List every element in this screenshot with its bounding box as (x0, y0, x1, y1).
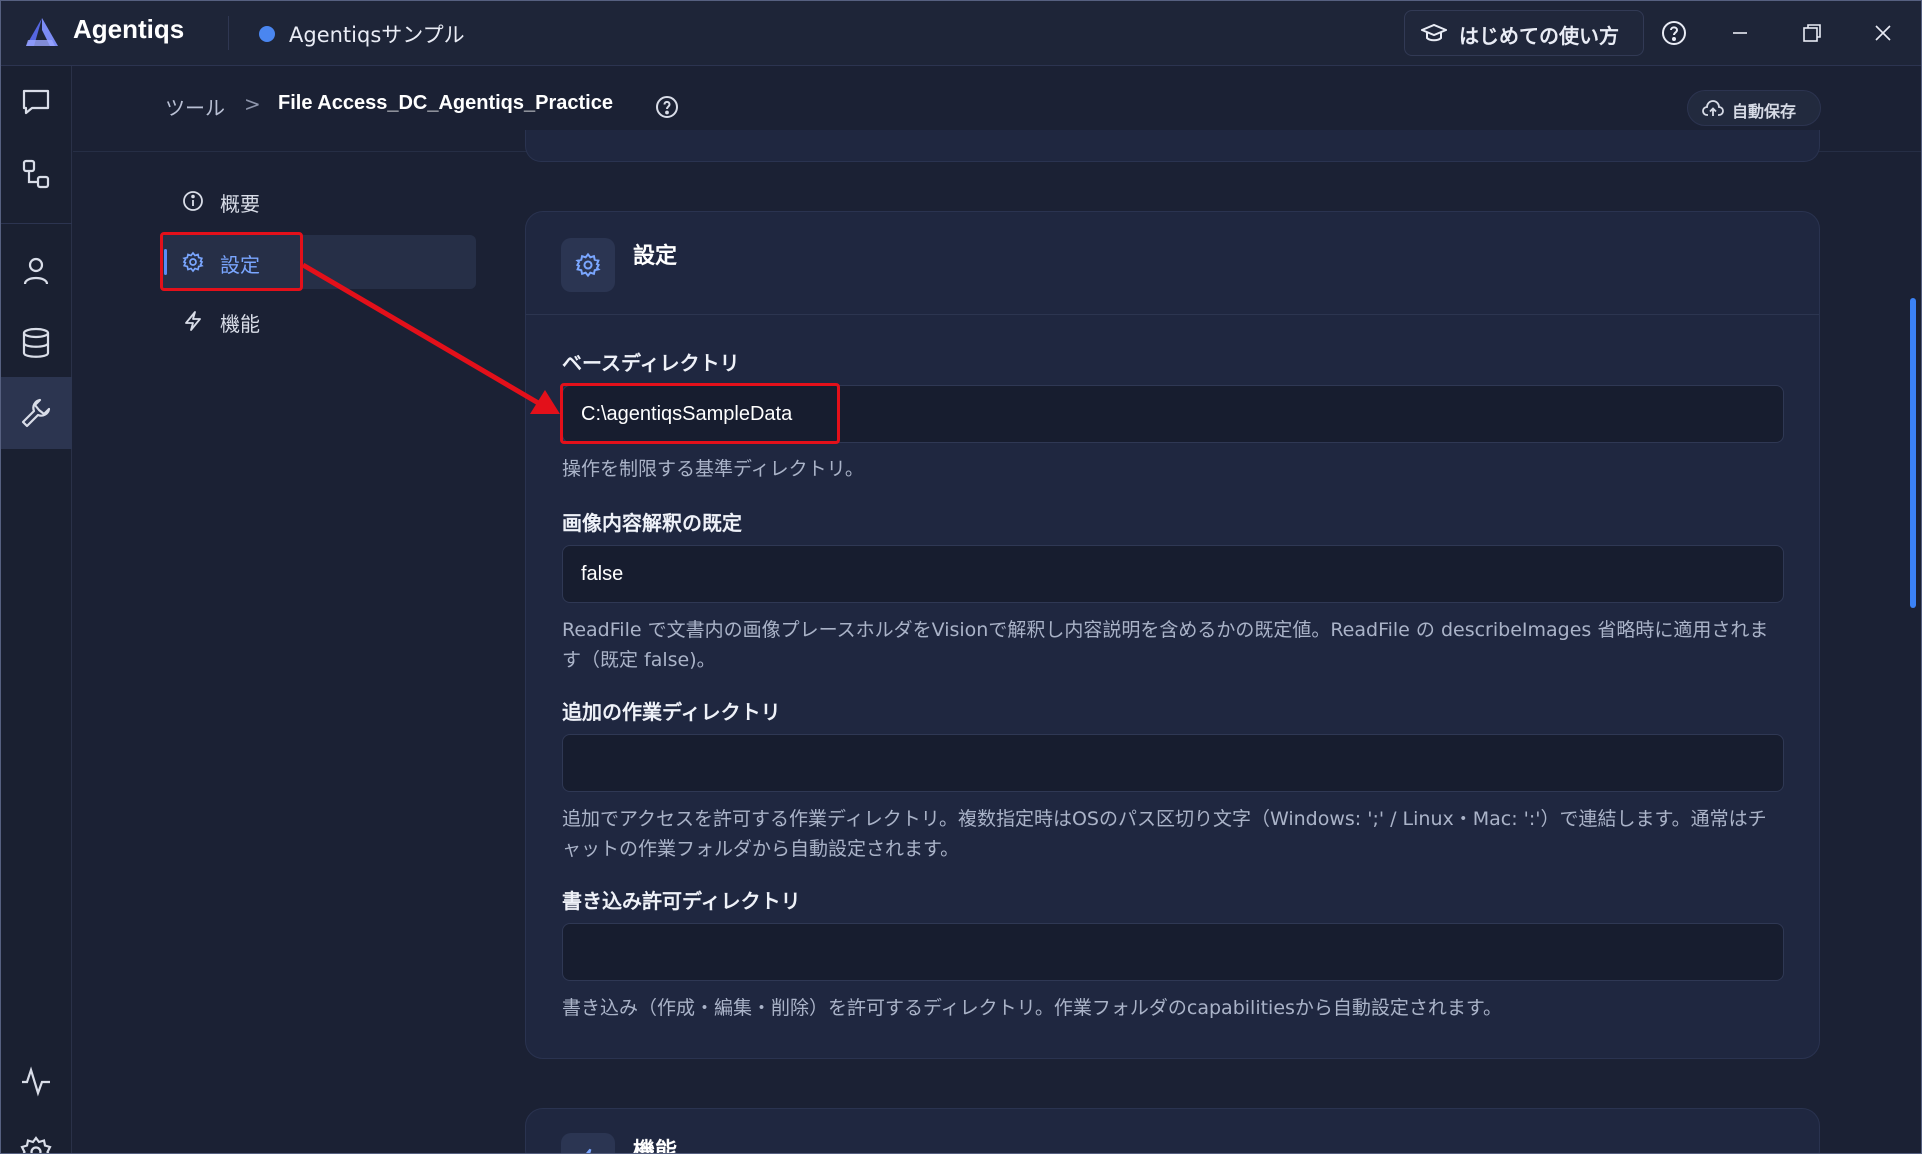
card-title: 機能 (633, 1139, 678, 1154)
extra-work-directory-label: 追加の作業ディレクトリ (562, 700, 781, 724)
settings-card: 設定 ベースディレクトリ C:\agentiqsSampleData 操作を制限… (525, 211, 1820, 1059)
image-interpretation-label: 画像内容解釈の既定 (562, 511, 742, 535)
gear-icon (575, 252, 601, 278)
app-name: Agentiqs (73, 14, 185, 44)
rail-chat[interactable] (0, 66, 72, 138)
left-rail (0, 66, 72, 1154)
settings-gear-icon (20, 1136, 52, 1154)
cloud-upload-icon (1702, 100, 1724, 116)
rail-settings[interactable] (0, 1116, 72, 1154)
capabilities-card: 機能 (525, 1108, 1820, 1154)
autosave-badge: 自動保存 (1687, 90, 1821, 126)
section-nav-label: 機能 (220, 312, 260, 336)
restore-window-icon[interactable] (1800, 21, 1824, 45)
agentiqs-logo-icon (26, 18, 58, 46)
card-header: 設定 (526, 212, 1819, 315)
getting-started-button[interactable]: はじめての使い方 (1404, 10, 1644, 56)
section-nav-label: 概要 (220, 192, 260, 216)
image-interpretation-input[interactable]: false (562, 545, 1784, 603)
breadcrumb-separator: > (244, 92, 261, 116)
write-allowed-directory-input[interactable] (562, 923, 1784, 981)
rail-tools[interactable] (0, 377, 72, 449)
autosave-label: 自動保存 (1732, 102, 1797, 121)
chat-icon (22, 89, 50, 115)
annotation-highlight-base-directory (560, 383, 840, 444)
help-circle-icon[interactable] (655, 95, 679, 119)
card-title: 設定 (633, 244, 678, 269)
section-nav-capabilities[interactable]: 機能 (160, 294, 476, 348)
overview-card (525, 130, 1820, 162)
wrench-icon (21, 398, 51, 428)
graduation-cap-icon (1421, 23, 1447, 42)
base-directory-label: ベースディレクトリ (562, 351, 740, 375)
close-icon[interactable] (1871, 21, 1895, 45)
info-icon (183, 191, 203, 211)
workflow-icon (22, 159, 50, 189)
annotation-highlight-settings-nav (160, 232, 303, 291)
extra-work-directory-help: 追加でアクセスを許可する作業ディレクトリ。複数指定時はOSのパス区切り文字（Wi… (562, 808, 1767, 860)
breadcrumb-current: File Access_DC_Agentiqs_Practice (278, 92, 613, 114)
extra-work-directory-input[interactable] (562, 734, 1784, 792)
card-icon-container (561, 238, 615, 292)
image-interpretation-help: ReadFile で文書内の画像プレースホルダをVisionで解釈し内容説明を含… (562, 619, 1769, 671)
title-bar: Agentiqs Agentiqsサンプル はじめての使い方 (0, 0, 1922, 66)
workspace-status-dot (259, 26, 275, 42)
help-circle-icon[interactable] (1661, 20, 1687, 46)
breadcrumb-tools-link[interactable]: ツール (165, 92, 225, 121)
lightning-icon (185, 311, 201, 331)
rail-divider (0, 223, 72, 224)
getting-started-label: はじめての使い方 (1459, 24, 1619, 48)
rail-agents[interactable] (0, 235, 72, 307)
scrollbar-thumb[interactable] (1910, 298, 1916, 608)
database-icon (22, 327, 50, 358)
user-icon (23, 257, 49, 285)
base-directory-help: 操作を制限する基準ディレクトリ。 (562, 458, 864, 480)
section-nav-overview[interactable]: 概要 (160, 174, 476, 228)
write-allowed-directory-help: 書き込み（作成・編集・削除）を許可するディレクトリ。作業フォルダのcapabil… (562, 997, 1503, 1019)
activity-icon (22, 1066, 50, 1097)
title-divider (228, 16, 229, 50)
minimize-icon[interactable] (1728, 21, 1752, 45)
rail-database[interactable] (0, 307, 72, 379)
write-allowed-directory-label: 書き込み許可ディレクトリ (562, 889, 801, 913)
rail-activity[interactable] (0, 1045, 72, 1117)
card-icon-container (561, 1133, 615, 1154)
workspace-name[interactable]: Agentiqsサンプル (289, 19, 465, 49)
rail-workflow[interactable] (0, 138, 72, 210)
lightning-icon (585, 1148, 592, 1154)
